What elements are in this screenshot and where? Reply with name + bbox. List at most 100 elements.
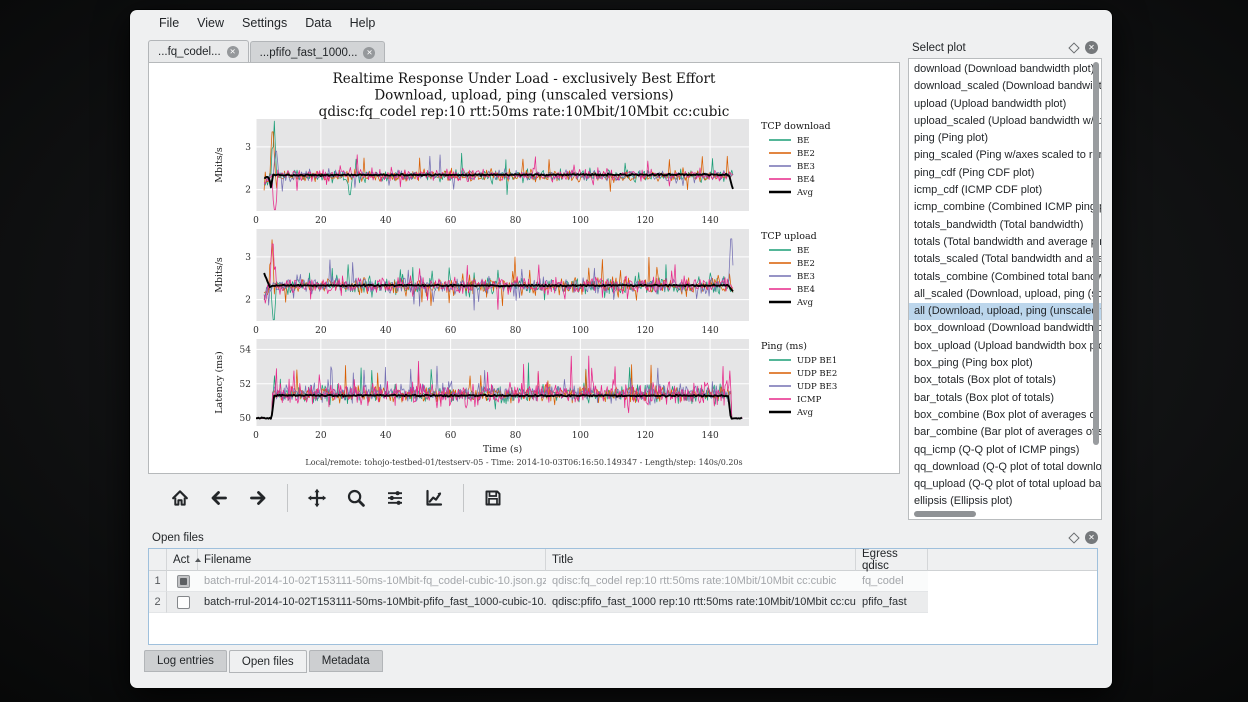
forward-icon	[248, 488, 268, 508]
row-number: 2	[149, 592, 167, 613]
open-files-title: Open files	[152, 532, 1070, 544]
act-cell	[167, 571, 198, 592]
save-icon	[483, 488, 503, 508]
back-icon	[209, 488, 229, 508]
open-files-table: ActFilenameTitleEgress qdisc1batch-rrul-…	[148, 548, 1098, 645]
plot-list-item-totals-combine[interactable]: totals_combine (Combined total bandwidth…	[909, 269, 1101, 286]
plot-list-item-bar-combine[interactable]: bar_combine (Bar plot of averages of sev…	[909, 424, 1101, 441]
zoom-button[interactable]	[340, 483, 372, 513]
bottom-tab-open-files[interactable]: Open files	[229, 650, 307, 673]
column-header-title[interactable]: Title	[546, 549, 856, 571]
plot-list-item-upload[interactable]: upload (Upload bandwidth plot)	[909, 96, 1101, 113]
edit-plot-icon	[424, 488, 444, 508]
plot-list-item-ping-cdf[interactable]: ping_cdf (Ping CDF plot)	[909, 165, 1101, 182]
plot-list-item-ellipsis[interactable]: ellipsis (Ellipsis plot)	[909, 493, 1101, 510]
plot-tab-bar: ...fq_codel... ...pfifo_fast_1000...	[148, 40, 385, 63]
plot-list-item-upload-scaled[interactable]: upload_scaled (Upload bandwidth w/axes s…	[909, 113, 1101, 130]
table-header-row: ActFilenameTitleEgress qdisc	[149, 549, 1097, 571]
plot-list-item-icmp-cdf[interactable]: icmp_cdf (ICMP CDF plot)	[909, 182, 1101, 199]
plot-frame	[148, 62, 900, 474]
edit-plot-button[interactable]	[418, 483, 450, 513]
title-cell: qdisc:fq_codel rep:10 rtt:50ms rate:10Mb…	[546, 571, 856, 592]
table-row[interactable]: 2 batch-rrul-2014-10-02T153111-50ms-10Mbi…	[149, 592, 928, 613]
select-plot-header: Select plot	[908, 38, 1102, 57]
zoom-icon	[346, 488, 366, 508]
home-button[interactable]	[164, 483, 196, 513]
vertical-scrollbar-thumb[interactable]	[1093, 62, 1099, 445]
act-cell	[167, 592, 198, 613]
filename-cell: batch-rrul-2014-10-02T153111-50ms-10Mbit…	[198, 571, 546, 592]
title-cell: qdisc:pfifo_fast_1000 rep:10 rtt:50ms ra…	[546, 592, 856, 613]
plot-list-item-download[interactable]: download (Download bandwidth plot)	[909, 61, 1101, 78]
menu-settings[interactable]: Settings	[233, 13, 296, 33]
plot-list-item-all-scaled[interactable]: all_scaled (Download, upload, ping (scal…	[909, 286, 1101, 303]
menu-help[interactable]: Help	[341, 13, 385, 33]
bottom-tab-metadata[interactable]: Metadata	[309, 650, 383, 672]
plot-tab-label: ...pfifo_fast_1000...	[260, 47, 358, 59]
egress-qdisc-cell: fq_codel	[856, 571, 928, 592]
egress-qdisc-cell: pfifo_fast	[856, 592, 928, 613]
plot-tab-1[interactable]: ...fq_codel...	[148, 40, 249, 63]
plot-list-item-qq-upload[interactable]: qq_upload (Q-Q plot of total upload band…	[909, 476, 1101, 493]
plot-list-item-box-upload[interactable]: box_upload (Upload bandwidth box plot)	[909, 338, 1101, 355]
menu-view[interactable]: View	[188, 13, 233, 33]
matplotlib-toolbar	[148, 480, 900, 516]
pan-button[interactable]	[301, 483, 333, 513]
plot-tab-2[interactable]: ...pfifo_fast_1000...	[250, 41, 386, 63]
float-dock-icon[interactable]	[1068, 42, 1079, 53]
menu-data[interactable]: Data	[296, 13, 340, 33]
plot-list-item-totals-scaled[interactable]: totals_scaled (Total bandwidth and avera…	[909, 251, 1101, 268]
toolbar-separator	[287, 484, 288, 512]
flent-window: FileViewSettingsDataHelp ...fq_codel....…	[130, 10, 1112, 688]
plot-list-item-qq-icmp[interactable]: qq_icmp (Q-Q plot of ICMP pings)	[909, 442, 1101, 459]
tab-close-icon[interactable]	[227, 46, 239, 58]
horizontal-scrollbar[interactable]	[911, 510, 1089, 518]
back-button[interactable]	[203, 483, 235, 513]
open-files-header: Open files	[140, 528, 1102, 547]
plot-list-item-all[interactable]: all (Download, upload, ping (unscaled ve…	[909, 303, 1101, 320]
forward-button[interactable]	[242, 483, 274, 513]
select-plot-dock: Select plot download (Download bandwidth…	[908, 38, 1102, 520]
pan-icon	[307, 488, 327, 508]
plot-list-item-totals[interactable]: totals (Total bandwidth and average ping…	[909, 234, 1101, 251]
close-dock-icon[interactable]	[1085, 41, 1098, 54]
vertical-scrollbar[interactable]	[1092, 62, 1100, 505]
column-header-egress-qdisc[interactable]: Egress qdisc	[856, 549, 928, 571]
save-button[interactable]	[477, 483, 509, 513]
column-header-filename[interactable]: Filename	[198, 549, 546, 571]
bottom-tab-log-entries[interactable]: Log entries	[144, 650, 227, 672]
plot-tab-label: ...fq_codel...	[158, 46, 221, 58]
header-filler	[928, 549, 1097, 571]
plot-list-item-box-totals[interactable]: box_totals (Box plot of totals)	[909, 372, 1101, 389]
figure-canvas[interactable]	[149, 63, 899, 473]
horizontal-scrollbar-thumb[interactable]	[914, 511, 976, 517]
plot-list-item-icmp-combine[interactable]: icmp_combine (Combined ICMP ping plot)	[909, 199, 1101, 216]
configure-subplots-icon	[385, 488, 405, 508]
float-dock-icon[interactable]	[1068, 532, 1079, 543]
filename-cell: batch-rrul-2014-10-02T153111-50ms-10Mbit…	[198, 592, 546, 613]
configure-subplots-button[interactable]	[379, 483, 411, 513]
column-header-act[interactable]: Act	[167, 549, 198, 571]
plot-list-item-totals-bandwidth[interactable]: totals_bandwidth (Total bandwidth)	[909, 217, 1101, 234]
plot-list-item-download-scaled[interactable]: download_scaled (Download bandwidth w/ax…	[909, 78, 1101, 95]
select-plot-title: Select plot	[912, 42, 1070, 54]
plot-list-item-ping[interactable]: ping (Ping plot)	[909, 130, 1101, 147]
menu-bar: FileViewSettingsDataHelp	[130, 10, 1112, 36]
plot-list-item-box-download[interactable]: box_download (Download bandwidth box plo…	[909, 320, 1101, 337]
plot-list-item-qq-download[interactable]: qq_download (Q-Q plot of total download …	[909, 459, 1101, 476]
plot-list-item-box-combine[interactable]: box_combine (Box plot of averages of sev…	[909, 407, 1101, 424]
active-checkbox[interactable]	[177, 596, 190, 609]
plot-list-item-ping-scaled[interactable]: ping_scaled (Ping w/axes scaled to remov…	[909, 147, 1101, 164]
active-checkbox[interactable]	[177, 575, 190, 588]
bottom-tab-bar: Log entriesOpen filesMetadata	[144, 650, 383, 673]
home-icon	[170, 488, 190, 508]
menu-file[interactable]: File	[150, 13, 188, 33]
row-number: 1	[149, 571, 167, 592]
close-dock-icon[interactable]	[1085, 531, 1098, 544]
tab-close-icon[interactable]	[363, 47, 375, 59]
plot-list-item-box-ping[interactable]: box_ping (Ping box plot)	[909, 355, 1101, 372]
open-files-dock: Open files ActFilenameTitleEgress qdisc1…	[140, 528, 1102, 648]
plot-list-item-bar-totals[interactable]: bar_totals (Box plot of totals)	[909, 390, 1101, 407]
table-row[interactable]: 1 batch-rrul-2014-10-02T153111-50ms-10Mbi…	[149, 571, 928, 592]
toolbar-separator	[463, 484, 464, 512]
